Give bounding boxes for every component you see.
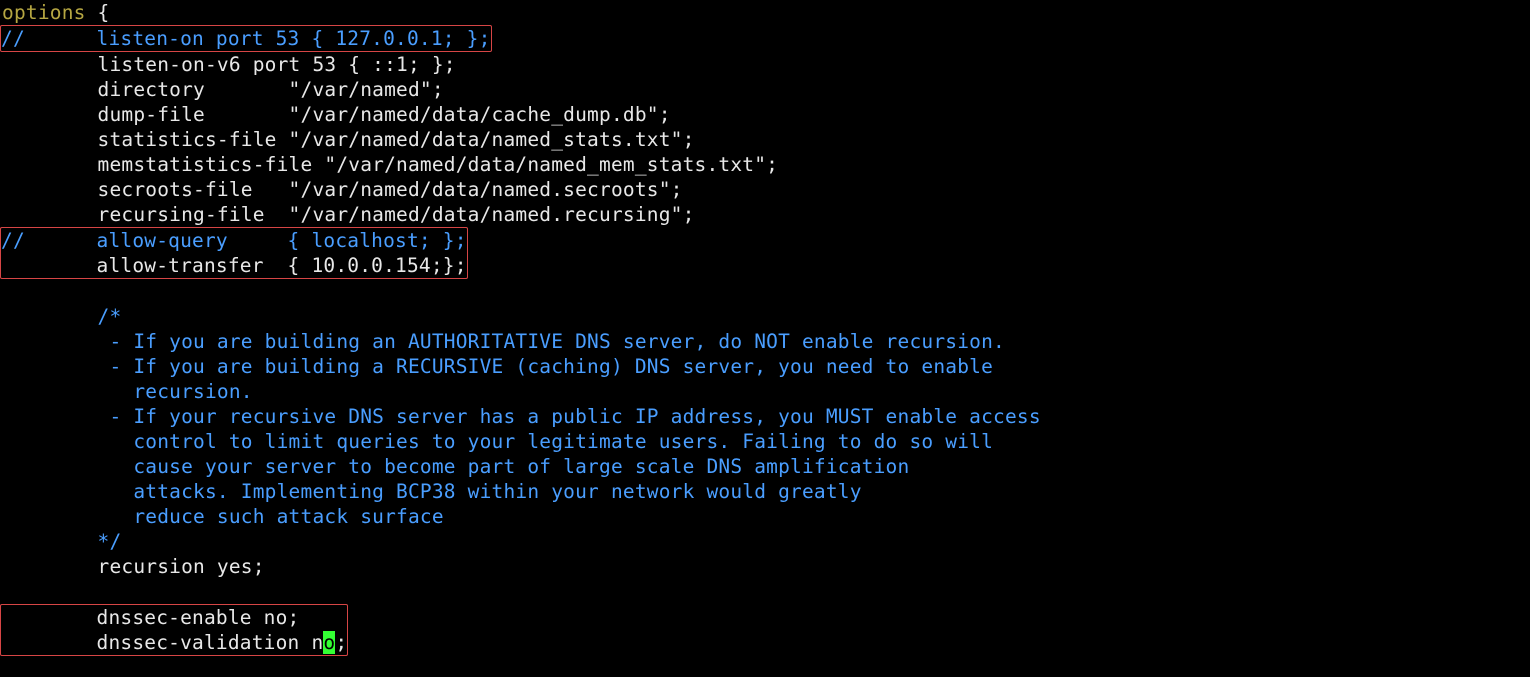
comment-line-8: reduce such attack surface <box>2 505 444 528</box>
line-secroots-file: secroots-file "/var/named/data/named.sec… <box>2 178 683 201</box>
highlight-box-allow: // allow-query { localhost; }; allow-tra… <box>0 227 468 279</box>
line-dnssec-validation-post: ; <box>335 631 347 654</box>
highlight-box-listen-on: // listen-on port 53 { 127.0.0.1; }; <box>0 25 492 52</box>
line-recursing-file: recursing-file "/var/named/data/named.re… <box>2 203 695 226</box>
comment-line-3: recursion. <box>2 380 253 403</box>
line-memstatistics-file: memstatistics-file "/var/named/data/name… <box>2 153 778 176</box>
config-editor[interactable]: options { // listen-on port 53 { 127.0.0… <box>0 0 1530 656</box>
highlight-box-dnssec: dnssec-enable no; dnssec-validation no; <box>0 604 348 656</box>
comment-line-5: control to limit queries to your legitim… <box>2 430 993 453</box>
line-dnssec-enable: dnssec-enable no; <box>1 606 300 629</box>
line-allow-query: // allow-query { localhost; }; <box>1 229 467 252</box>
keyword-options: options <box>2 1 86 24</box>
comment-line-1: - If you are building an AUTHORITATIVE D… <box>2 330 1005 353</box>
line-statistics-file: statistics-file "/var/named/data/named_s… <box>2 128 695 151</box>
line-directory: directory "/var/named"; <box>2 78 444 101</box>
line-dnssec-validation-pre: dnssec-validation n <box>1 631 323 654</box>
comment-block-open: /* <box>2 305 121 328</box>
comment-line-2: - If you are building a RECURSIVE (cachi… <box>2 355 993 378</box>
brace-open: { <box>86 1 110 24</box>
line-listen-on: // listen-on port 53 { 127.0.0.1; }; <box>1 27 491 50</box>
text-cursor: o <box>323 631 335 654</box>
comment-block-close: */ <box>2 530 121 553</box>
line-dump-file: dump-file "/var/named/data/cache_dump.db… <box>2 103 671 126</box>
line-allow-transfer: allow-transfer { 10.0.0.154;}; <box>1 254 467 277</box>
line-recursion: recursion yes; <box>2 555 265 578</box>
line-listen-on-v6: listen-on-v6 port 53 { ::1; }; <box>2 53 456 76</box>
comment-line-4: - If your recursive DNS server has a pub… <box>2 405 1041 428</box>
comment-line-6: cause your server to become part of larg… <box>2 455 909 478</box>
comment-line-7: attacks. Implementing BCP38 within your … <box>2 480 862 503</box>
